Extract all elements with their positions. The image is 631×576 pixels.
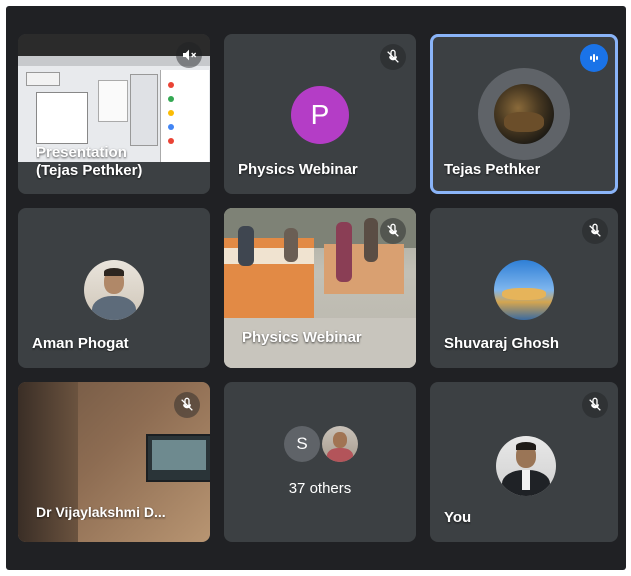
avatar: S bbox=[284, 426, 320, 462]
participant-name: Physics Webinar bbox=[238, 161, 358, 178]
avatar bbox=[322, 426, 358, 462]
speaking-indicator-icon bbox=[580, 44, 608, 72]
meeting-grid: Presentation (Tejas Pethker) P Physics W… bbox=[6, 6, 626, 570]
avatar bbox=[496, 436, 556, 496]
tile-aman-phogat[interactable]: Aman Phogat bbox=[18, 208, 210, 368]
avatar: P bbox=[291, 86, 349, 144]
muted-icon bbox=[380, 218, 406, 244]
muted-icon bbox=[174, 392, 200, 418]
tile-physics-webinar-camera[interactable]: Physics Webinar bbox=[224, 208, 416, 368]
participant-name: Presentation (Tejas Pethker) bbox=[36, 144, 143, 179]
participant-name: Physics Webinar bbox=[242, 329, 362, 346]
muted-icon bbox=[176, 42, 202, 68]
tile-shuvaraj-ghosh[interactable]: Shuvaraj Ghosh bbox=[430, 208, 618, 368]
avatar bbox=[494, 84, 554, 144]
participant-name: Aman Phogat bbox=[32, 335, 129, 352]
muted-icon bbox=[582, 392, 608, 418]
muted-icon bbox=[582, 218, 608, 244]
avatar bbox=[84, 260, 144, 320]
tile-you[interactable]: You bbox=[430, 382, 618, 542]
muted-icon bbox=[380, 44, 406, 70]
tile-dr-vijaylakshmi[interactable]: Dr Vijaylakshmi D... bbox=[18, 382, 210, 542]
participant-name: Dr Vijaylakshmi D... bbox=[36, 504, 166, 520]
avatar bbox=[494, 260, 554, 320]
participant-name: Shuvaraj Ghosh bbox=[444, 335, 560, 352]
tile-presentation[interactable]: Presentation (Tejas Pethker) bbox=[18, 34, 210, 194]
others-count: 37 others bbox=[288, 480, 352, 497]
participant-name: You bbox=[444, 509, 472, 526]
tile-others[interactable]: S 37 others bbox=[224, 382, 416, 542]
participant-name: Tejas Pethker bbox=[444, 161, 541, 178]
tile-physics-webinar[interactable]: P Physics Webinar bbox=[224, 34, 416, 194]
tile-tejas-pethker[interactable]: Tejas Pethker bbox=[430, 34, 618, 194]
